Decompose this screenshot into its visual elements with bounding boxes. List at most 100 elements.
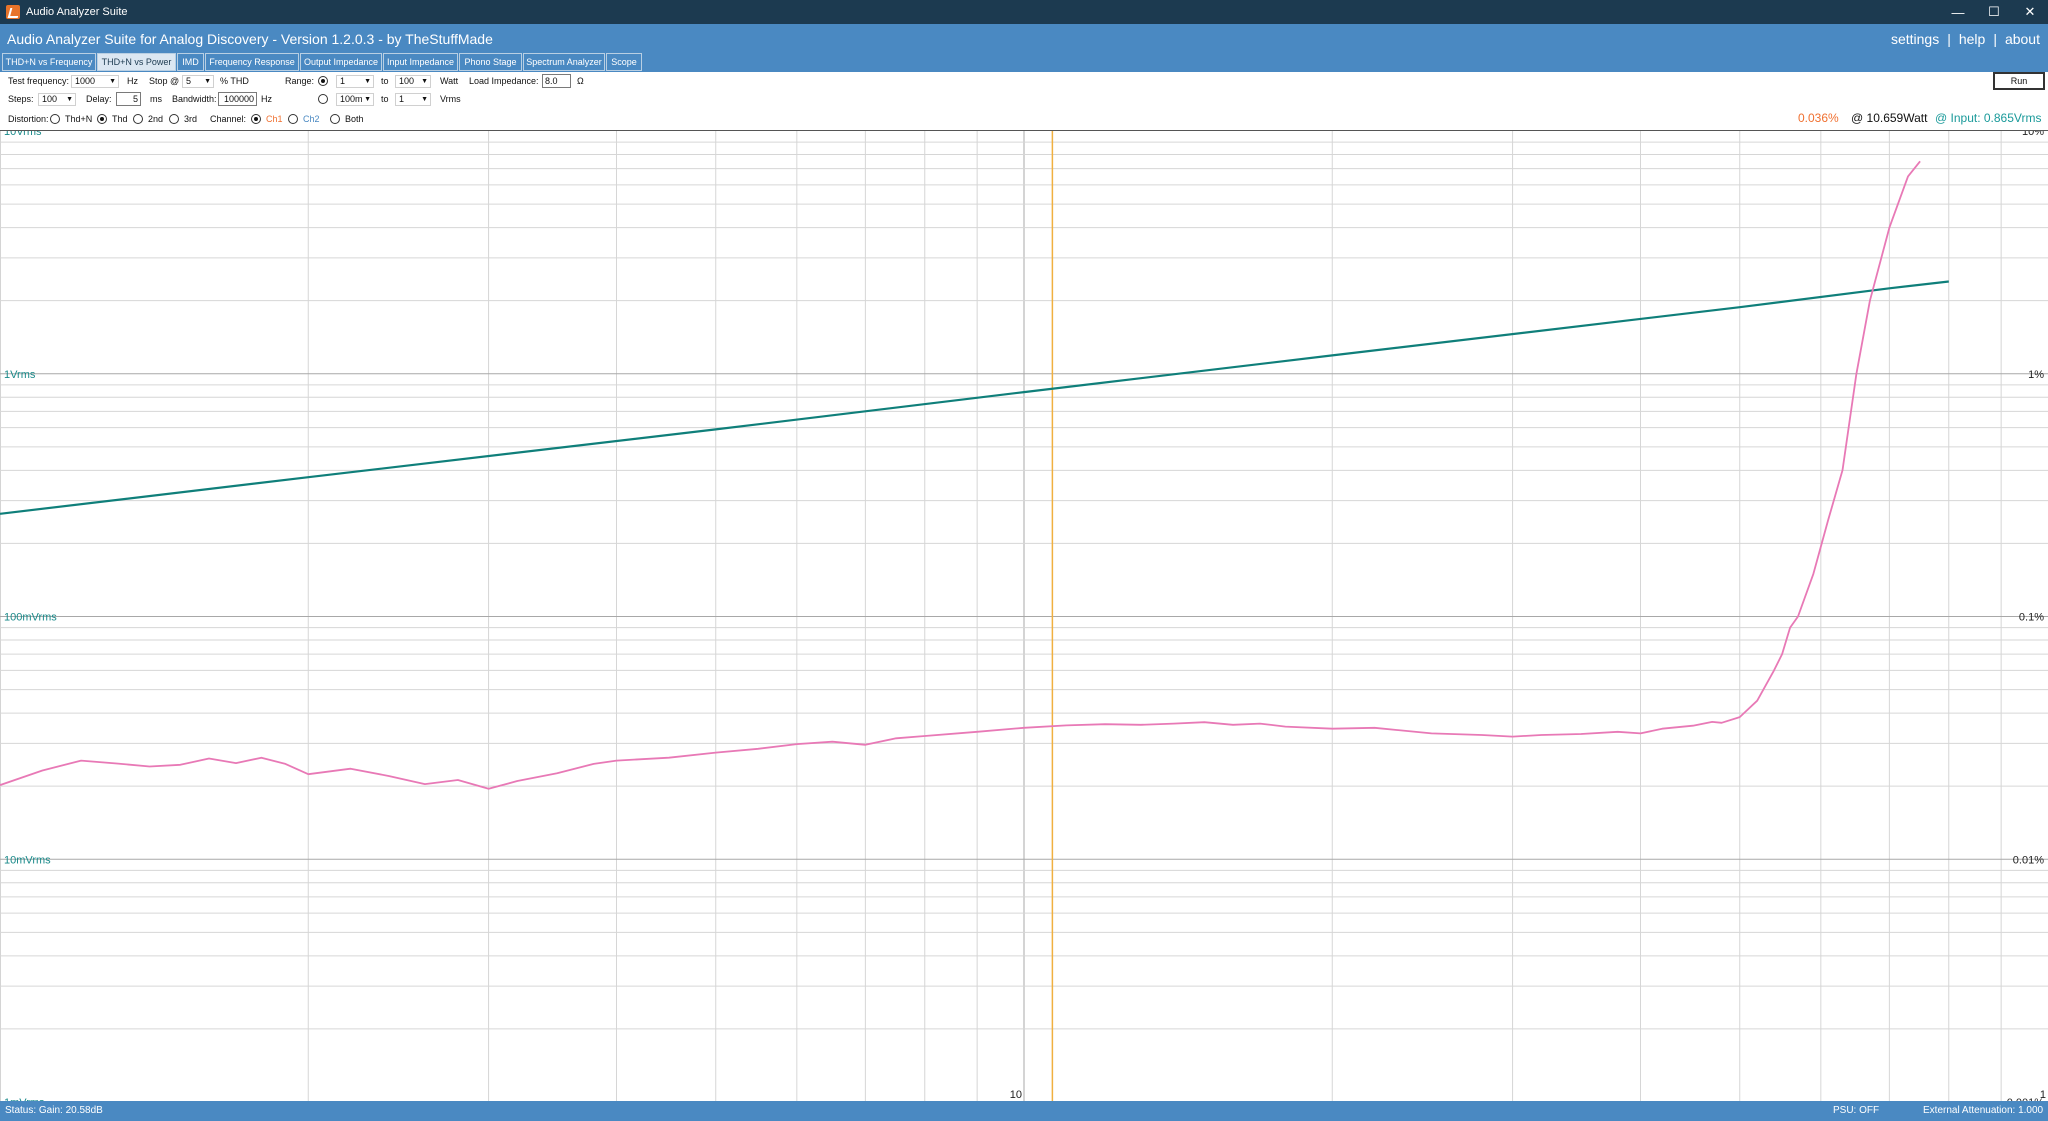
tab-thdn-vs-frequency[interactable]: THD+N vs Frequency (2, 53, 96, 71)
run-button[interactable]: Run (1993, 72, 2045, 90)
chevron-down-icon: ▼ (421, 96, 428, 103)
channel-label: Channel: (210, 114, 247, 124)
window-controls: — ☐ ✕ (1940, 0, 2048, 24)
steps-select[interactable]: 100 ▼ (38, 93, 76, 106)
thd-trace (0, 160, 1921, 790)
distortion-2nd-radio[interactable] (133, 114, 143, 124)
link-separator: | (1993, 30, 1997, 47)
status-bar: Status: Gain: 20.58dB PSU: OFF External … (0, 1101, 2048, 1121)
stop-threshold-select[interactable]: 5 ▼ (182, 75, 214, 88)
right-axis-tick-label: 1% (2028, 369, 2044, 381)
delay-input[interactable]: 5 (116, 92, 141, 106)
x-axis-tick-label: 1 (2040, 1089, 2046, 1101)
thd-readout: 0.036% (1798, 111, 1839, 125)
range-watt-from-select[interactable]: 1 ▼ (336, 75, 374, 88)
chevron-down-icon: ▼ (421, 78, 428, 85)
stop-threshold-value: 5 (186, 76, 192, 86)
range-to-label: to (381, 94, 389, 104)
link-separator: | (1947, 30, 1951, 47)
range-watt-radio[interactable] (318, 76, 328, 86)
left-axis-tick-label: 10mVrms (4, 854, 51, 866)
tab-frequency-response[interactable]: Frequency Response (205, 53, 299, 71)
watt-unit-label: Watt (440, 76, 459, 86)
input-readout: @ Input: 0.865Vrms (1935, 111, 2042, 125)
tab-scope[interactable]: Scope (606, 53, 642, 71)
right-axis-tick-label: 10% (2022, 131, 2044, 138)
load-impedance-label: Load Impedance: (469, 76, 539, 86)
tab-input-impedance[interactable]: Input Impedance (383, 53, 458, 71)
chevron-down-icon: ▼ (364, 78, 371, 85)
distortion-3rd-label: 3rd (184, 114, 198, 124)
range-watt-to-select[interactable]: 100 ▼ (395, 75, 431, 88)
left-axis-tick-label: 10Vrms (4, 131, 42, 138)
ohm-unit-label: Ω (577, 76, 584, 86)
tab-strip: THD+N vs Frequency THD+N vs Power IMD Fr… (0, 53, 2048, 72)
about-link[interactable]: about (2005, 31, 2040, 47)
range-vrms-radio[interactable] (318, 94, 328, 104)
tab-phono-stage[interactable]: Phono Stage (459, 53, 522, 71)
vrms-unit-label: Vrms (440, 94, 461, 104)
thd-unit-label: % THD (220, 76, 249, 86)
steps-label: Steps: (8, 94, 34, 104)
x-axis-tick-label: 10 (1010, 1089, 1022, 1101)
tab-spectrum-analyzer[interactable]: Spectrum Analyzer (523, 53, 605, 71)
window-title: Audio Analyzer Suite (26, 6, 128, 18)
channel-ch1-radio[interactable] (251, 114, 261, 124)
title-bar: Audio Analyzer Suite — ☐ ✕ (0, 0, 2048, 24)
load-impedance-input[interactable]: 8.0 (542, 74, 571, 88)
range-watt-to-value: 100 (399, 76, 415, 86)
stop-label: Stop @ (149, 76, 180, 86)
left-axis-tick-label: 1Vrms (4, 369, 36, 381)
psu-status: PSU: OFF (1833, 1105, 1880, 1116)
tab-output-impedance[interactable]: Output Impedance (300, 53, 382, 71)
tab-thdn-vs-power[interactable]: THD+N vs Power (97, 53, 176, 71)
distortion-thdn-radio[interactable] (50, 114, 60, 124)
channel-both-radio[interactable] (330, 114, 340, 124)
test-frequency-label: Test frequency: (8, 76, 70, 86)
left-axis-tick-label: 100mVrms (4, 612, 57, 624)
settings-link[interactable]: settings (1891, 31, 1939, 47)
channel-ch2-radio[interactable] (288, 114, 298, 124)
settings-panel: Test frequency: 1000 ▼ Hz Stop @ 5 ▼ % THD… (0, 72, 2048, 130)
app-title: Audio Analyzer Suite for Analog Discover… (7, 30, 493, 47)
steps-value: 100 (42, 94, 58, 104)
close-button[interactable]: ✕ (2012, 0, 2048, 24)
chevron-down-icon: ▼ (364, 96, 371, 103)
chart-svg: 1Vrms100mVrms10mVrms10Vrms1mVrms1%0.1%0.… (0, 131, 2048, 1102)
distortion-thdn-label: Thd+N (65, 114, 93, 124)
hz-unit-label: Hz (127, 76, 138, 86)
bandwidth-label: Bandwidth: (172, 94, 217, 104)
test-frequency-value: 1000 (75, 76, 96, 86)
distortion-thd-radio[interactable] (97, 114, 107, 124)
help-link[interactable]: help (1959, 31, 1985, 47)
tab-imd[interactable]: IMD (177, 53, 204, 71)
channel-ch2-label: Ch2 (303, 114, 320, 124)
hz-unit-label: Hz (261, 94, 272, 104)
distortion-thd-label: Thd (112, 114, 128, 124)
distortion-3rd-radio[interactable] (169, 114, 179, 124)
app-header: Audio Analyzer Suite for Analog Discover… (0, 24, 2048, 53)
app-logo-icon (6, 5, 20, 19)
distortion-2nd-label: 2nd (148, 114, 164, 124)
minimize-button[interactable]: — (1940, 0, 1976, 24)
test-frequency-select[interactable]: 1000 ▼ (71, 75, 119, 88)
bandwidth-input[interactable]: 100000 (218, 92, 257, 106)
right-axis-tick-label: 0.01% (2013, 854, 2044, 866)
ms-unit-label: ms (150, 94, 162, 104)
range-vrms-from-select[interactable]: 100m ▼ (336, 93, 374, 106)
range-vrms-to-value: 1 (399, 94, 405, 104)
range-label: Range: (285, 76, 315, 86)
right-axis-tick-label: 0.1% (2019, 612, 2044, 624)
status-gain: Status: Gain: 20.58dB (5, 1105, 103, 1116)
range-vrms-from-value: 100m (340, 94, 363, 104)
external-attenuation-status: External Attenuation: 1.000 (1923, 1105, 2044, 1116)
chevron-down-icon: ▼ (204, 78, 211, 85)
header-links: settings | help | about (1891, 24, 2040, 53)
chevron-down-icon: ▼ (109, 78, 116, 85)
range-watt-from-value: 1 (340, 76, 346, 86)
thd-vs-power-chart[interactable]: 1Vrms100mVrms10mVrms10Vrms1mVrms1%0.1%0.… (0, 130, 2048, 1102)
range-vrms-to-select[interactable]: 1 ▼ (395, 93, 431, 106)
maximize-button[interactable]: ☐ (1976, 0, 2012, 24)
chevron-down-icon: ▼ (66, 96, 73, 103)
channel-ch1-label: Ch1 (266, 114, 283, 124)
